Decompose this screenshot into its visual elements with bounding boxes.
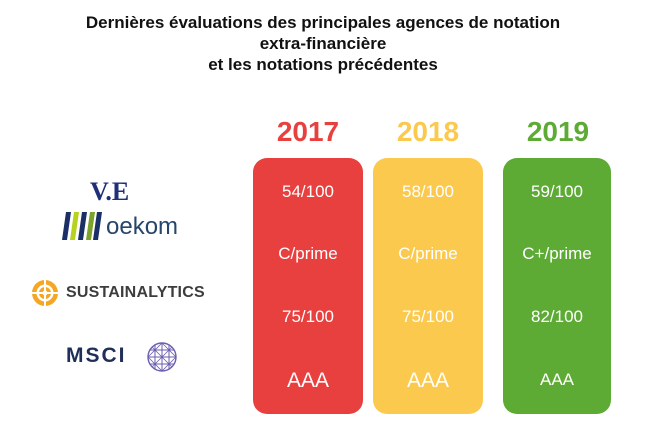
rating-sustainalytics-2018: 75/100 (402, 307, 454, 326)
sustainalytics-target-icon (30, 278, 60, 308)
year-heading-2019: 2019 (526, 116, 590, 147)
oekom-logo: oekom (62, 210, 192, 242)
rating-oekom-2019: C+/prime (522, 244, 592, 263)
rating-msci-2017: AAA (286, 369, 330, 392)
msci-logo: MSCI (66, 341, 196, 373)
oekom-bars-icon (62, 212, 102, 240)
ve-logo: V.E (90, 178, 129, 206)
rating-ve-2018: 58/100 (402, 182, 454, 201)
oekom-logo-text: oekom (106, 213, 179, 240)
msci-logo-text: MSCI (66, 344, 127, 367)
rating-column-2019: 59/100 C+/prime 82/100 AAA (503, 158, 611, 414)
title-line-2: extra-financière (259, 34, 387, 53)
sustainalytics-logo-text: SUSTAINALYTICS (66, 284, 205, 301)
sustainalytics-logo: SUSTAINALYTICS (30, 278, 220, 308)
year-heading-2017: 2017 (276, 116, 340, 147)
rating-column-2018: 58/100 C/prime 75/100 AAA (373, 158, 483, 414)
rating-ve-2017: 54/100 (282, 182, 334, 201)
title-line-1: Dernières évaluations des principales ag… (85, 13, 561, 32)
rating-sustainalytics-2017: 75/100 (282, 307, 334, 326)
rating-msci-2019: AAA (539, 370, 575, 389)
rating-oekom-2017: C/prime (278, 244, 338, 263)
rating-column-2017: 54/100 C/prime 75/100 AAA (253, 158, 363, 414)
ve-logo-text: V.E (90, 177, 130, 206)
rating-sustainalytics-2019: 82/100 (531, 307, 583, 326)
page-title: Dernières évaluations des principales ag… (0, 12, 646, 75)
rating-oekom-2018: C/prime (398, 244, 458, 263)
msci-globe-icon (147, 342, 177, 372)
rating-msci-2018: AAA (406, 369, 450, 392)
title-line-3: et les notations précédentes (208, 55, 438, 74)
year-heading-2018: 2018 (396, 116, 460, 147)
rating-ve-2019: 59/100 (531, 182, 583, 201)
